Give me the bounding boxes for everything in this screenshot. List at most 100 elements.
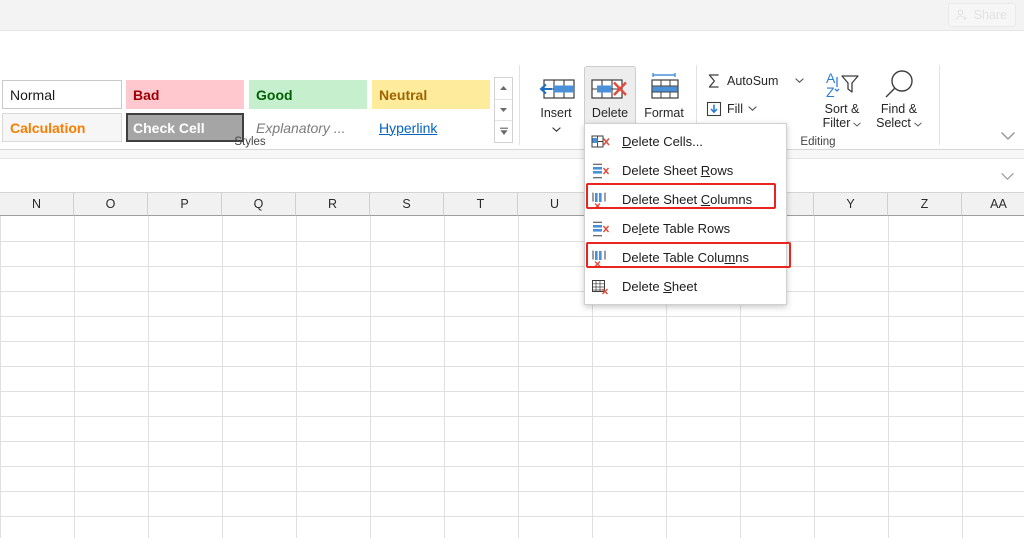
column-header-N[interactable]: N — [0, 193, 74, 216]
grid-column-line — [370, 216, 371, 538]
grid-row-line — [0, 266, 1024, 267]
column-header-S[interactable]: S — [370, 193, 444, 216]
grid-row-line — [0, 341, 1024, 342]
chevron-down-icon[interactable] — [853, 116, 862, 130]
grid-row-line — [0, 291, 1024, 292]
column-header-T[interactable]: T — [444, 193, 518, 216]
find-select-button[interactable]: Find & Select — [870, 66, 928, 142]
style-normal[interactable]: Normal — [2, 80, 122, 109]
group-divider — [939, 65, 940, 145]
sort-filter-icon: A Z — [820, 66, 864, 102]
worksheet-grid[interactable]: NOPQRSTUVWXYZAA — [0, 193, 1024, 538]
column-header-Y[interactable]: Y — [814, 193, 888, 216]
menu-item-label: Delete Cells... — [622, 134, 703, 149]
insert-button[interactable]: Insert — [530, 66, 582, 142]
grid-column-line — [0, 216, 1, 538]
styles-gallery-scroll — [494, 77, 513, 143]
chevron-down-icon[interactable] — [914, 116, 922, 130]
delete-label: Delete — [591, 106, 629, 120]
formula-bar[interactable] — [0, 159, 1024, 193]
grid-row-line — [0, 441, 1024, 442]
fill-label: Fill — [727, 101, 743, 116]
grid-row-line — [0, 466, 1024, 467]
column-header-Z[interactable]: Z — [888, 193, 962, 216]
chevron-down-icon — [1000, 131, 1016, 141]
grid-column-line — [962, 216, 963, 538]
style-bad[interactable]: Bad — [126, 80, 244, 109]
column-header-Q[interactable]: Q — [222, 193, 296, 216]
style-label: Bad — [133, 86, 160, 103]
grid-column-line — [148, 216, 149, 538]
name-box-strip — [0, 150, 1024, 159]
column-header-row: NOPQRSTUVWXYZAA — [0, 193, 1024, 216]
column-header-AA[interactable]: AA — [962, 193, 1024, 216]
sort-filter-button[interactable]: A Z Sort & Filter — [813, 66, 871, 142]
chevron-down-icon[interactable] — [748, 103, 757, 114]
title-bar: Share — [0, 0, 1024, 31]
menu-item-label: Delete Sheet — [622, 279, 698, 294]
style-label: Check Cell — [133, 119, 205, 136]
column-header-U[interactable]: U — [518, 193, 592, 216]
editing-group-label: Editing — [800, 136, 836, 148]
share-button[interactable]: Share — [947, 3, 1016, 27]
menu-item-label: Delete Sheet Rows — [622, 163, 734, 178]
grid-row-line — [0, 416, 1024, 417]
ribbon: Normal Bad Good Neutral Calculation Chec… — [0, 31, 1024, 150]
column-header-O[interactable]: O — [74, 193, 148, 216]
autosum-label: AutoSum — [727, 73, 779, 88]
expand-formula-bar-button[interactable] — [1000, 168, 1015, 186]
menu-item-delete-sheet-rows[interactable]: Delete Sheet Rows — [585, 156, 786, 185]
scroll-up-icon[interactable] — [495, 78, 512, 100]
grid-row-line — [0, 391, 1024, 392]
chevron-down-icon[interactable] — [795, 75, 805, 86]
column-header-R[interactable]: R — [296, 193, 370, 216]
fill-down-icon — [706, 101, 722, 116]
styles-group: Normal Bad Good Neutral Calculation Chec… — [0, 31, 520, 150]
style-good[interactable]: Good — [249, 80, 367, 109]
delete-dropdown-menu[interactable]: Delete Cells... Delete Sheet Rows Delete S… — [584, 123, 787, 305]
delete-cells-icon — [585, 133, 617, 151]
grid-column-line — [296, 216, 297, 538]
grid-cells-area[interactable] — [0, 216, 1024, 538]
grid-row-line — [0, 316, 1024, 317]
menu-item-delete-sheet[interactable]: Delete Sheet — [585, 272, 786, 301]
menu-item-label: Delete Table Rows — [622, 221, 731, 236]
autosum-button[interactable]: AutoSum — [706, 68, 805, 93]
grid-row-line — [0, 241, 1024, 242]
delete-cells-icon — [590, 70, 630, 104]
magnifier-icon — [880, 66, 918, 102]
menu-item-delete-cells[interactable]: Delete Cells... — [585, 127, 786, 156]
svg-text:Z: Z — [826, 84, 835, 100]
style-neutral[interactable]: Neutral — [372, 80, 490, 109]
person-share-icon — [955, 9, 967, 20]
insert-cells-icon — [536, 70, 576, 104]
style-label: Neutral — [379, 86, 428, 103]
style-label: Good — [256, 86, 293, 103]
style-label: Normal — [10, 86, 56, 103]
group-divider — [519, 65, 520, 145]
delete-sheet-rows-icon — [585, 162, 617, 180]
menu-item-delete-table-rows[interactable]: Delete Table Rows — [585, 214, 786, 243]
delete-sheet-columns-icon — [585, 191, 617, 209]
delete-sheet-icon — [585, 278, 617, 296]
style-label: Explanatory ... — [256, 119, 346, 136]
menu-item-delete-table-columns[interactable]: Delete Table Columns — [585, 243, 786, 272]
grid-column-line — [518, 216, 519, 538]
grid-column-line — [888, 216, 889, 538]
scroll-down-icon[interactable] — [495, 100, 512, 122]
delete-table-rows-icon — [585, 220, 617, 238]
grid-column-line — [74, 216, 75, 538]
collapse-ribbon-button[interactable] — [1000, 128, 1016, 146]
style-label: Hyperlink — [379, 119, 438, 136]
sort-filter-label-line2: Filter — [822, 116, 851, 130]
excel-window: Share Normal Bad Good Neutral Calculatio… — [0, 0, 1024, 538]
column-header-P[interactable]: P — [148, 193, 222, 216]
find-select-label-line2: Select — [876, 116, 911, 130]
chevron-down-icon[interactable] — [551, 121, 561, 135]
menu-item-delete-sheet-columns[interactable]: Delete Sheet Columns — [585, 185, 786, 214]
find-select-label-line1: Find & — [880, 102, 918, 116]
style-label: Calculation — [10, 119, 86, 136]
grid-row-line — [0, 516, 1024, 517]
fill-button[interactable]: Fill — [706, 96, 757, 121]
sort-filter-label-line1: Sort & — [824, 102, 860, 116]
